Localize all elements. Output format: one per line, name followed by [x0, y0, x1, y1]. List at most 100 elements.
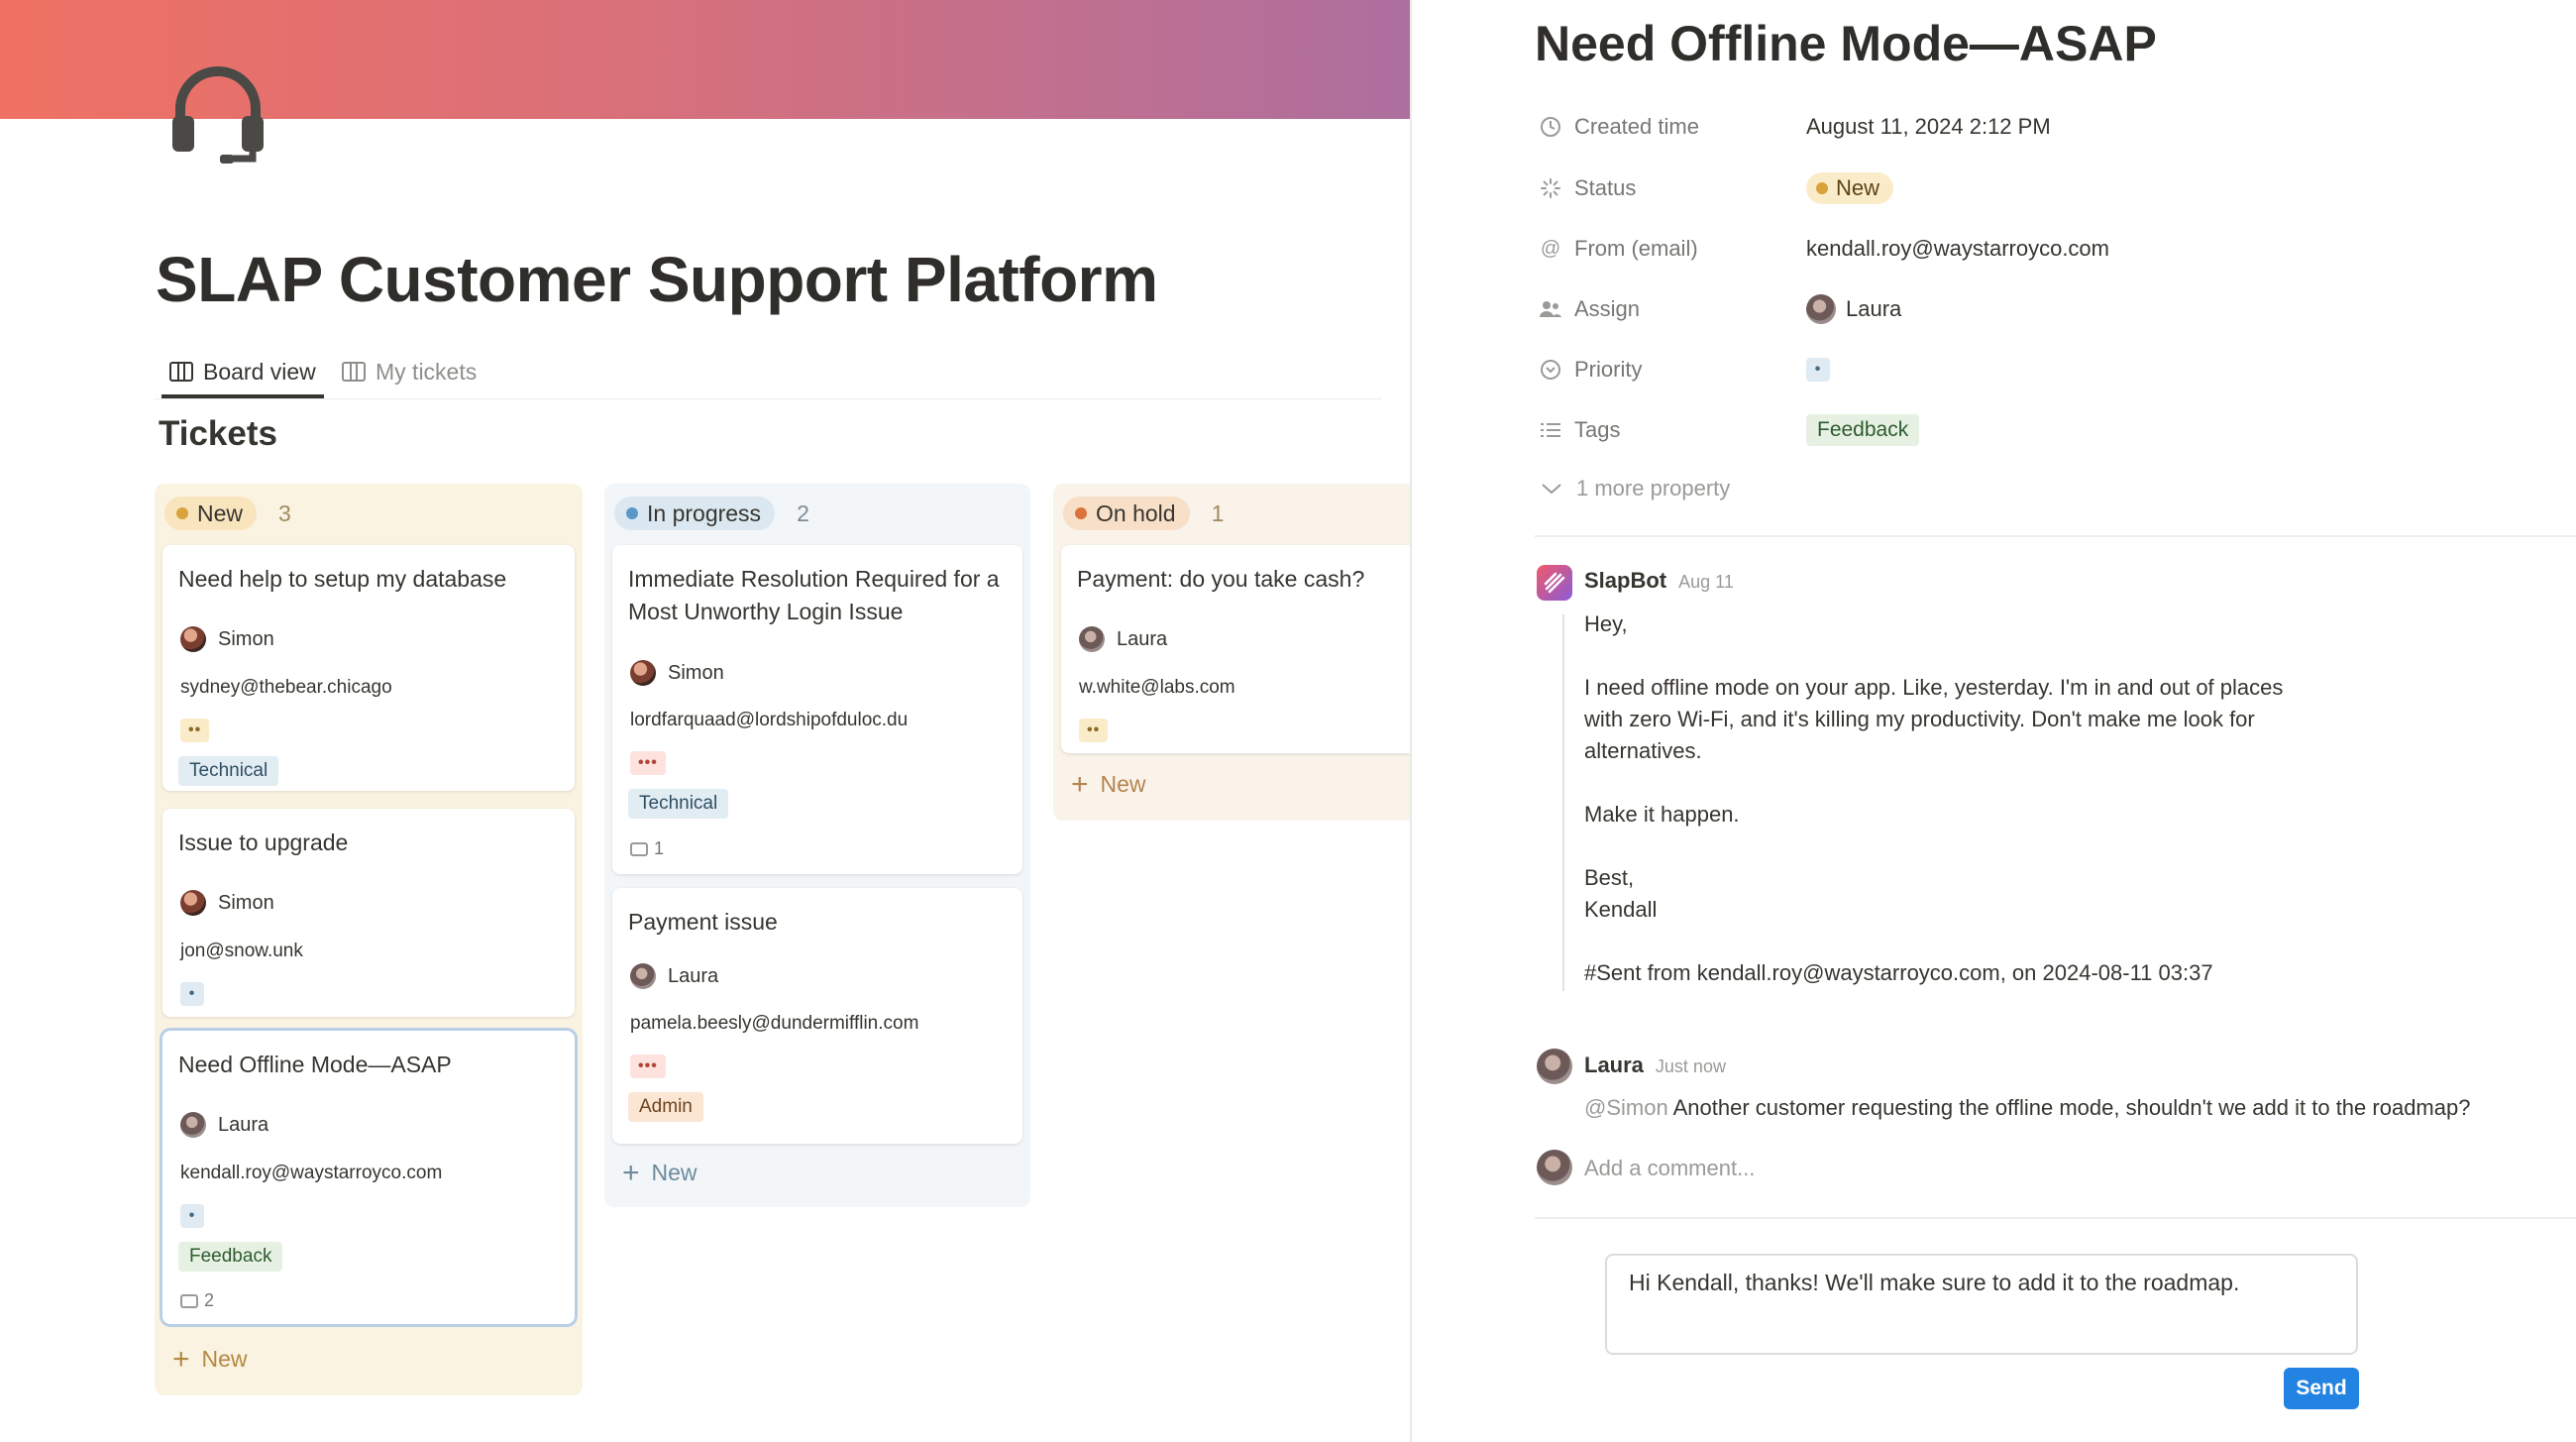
view-tabs: Board view My tickets: [154, 347, 1382, 399]
comment-count: 2: [180, 1290, 214, 1311]
property-name: Status: [1574, 175, 1637, 200]
priority-value[interactable]: •: [1806, 358, 1830, 382]
property-label[interactable]: Priority: [1539, 357, 1806, 383]
ticket-detail-pane: Need Offline Mode—ASAP Created time Augu…: [1412, 0, 2576, 1442]
property-created-time: Created time August 11, 2024 2:12 PM: [1539, 107, 2529, 147]
property-status: Status New: [1539, 168, 2529, 208]
tab-label: My tickets: [376, 358, 478, 385]
chevron-down-icon: [1542, 484, 1561, 495]
add-new-button[interactable]: + New: [1071, 769, 1146, 799]
card-email: lordfarquaad@lordshipofduloc.du: [630, 710, 909, 730]
message-author[interactable]: Laura: [1584, 1053, 1644, 1078]
tab-my-tickets[interactable]: My tickets: [334, 347, 484, 396]
at-icon: @: [1540, 237, 1561, 260]
message-line: with zero Wi-Fi, and it's killing my pro…: [1584, 707, 2255, 731]
tab-board-view[interactable]: Board view: [161, 347, 324, 398]
priority-badge: •••: [630, 751, 666, 775]
list-icon: [1539, 418, 1562, 442]
status-pill[interactable]: New: [164, 497, 258, 530]
add-new-button[interactable]: + New: [172, 1342, 248, 1376]
assignee-name: Laura: [1846, 296, 1902, 321]
card-title: Need help to setup my database: [178, 566, 507, 592]
laura-avatar: [1537, 1049, 1572, 1084]
message-line: [1584, 926, 2283, 957]
card-title: Issue to upgrade: [178, 830, 349, 855]
from-email-value[interactable]: kendall.roy@waystarroyco.com: [1806, 236, 2109, 262]
assignee-name: Laura: [218, 1113, 269, 1136]
property-name: Tags: [1574, 417, 1621, 442]
status-value[interactable]: New: [1806, 172, 1894, 204]
ticket-title[interactable]: Need Offline Mode—ASAP: [1535, 15, 2157, 72]
message-line: [1584, 767, 2283, 799]
status-pill[interactable]: In progress: [614, 497, 776, 530]
add-new-button[interactable]: + New: [622, 1158, 698, 1187]
comment-number: 1: [654, 838, 665, 858]
slapbot-logo-icon: [1544, 572, 1565, 594]
board-icon: [342, 362, 366, 382]
avatar: [180, 626, 206, 652]
card-title: Payment issue: [628, 909, 778, 935]
property-label[interactable]: Assign: [1539, 296, 1806, 322]
property-label[interactable]: Tags: [1539, 417, 1806, 443]
card-assignee: Laura: [180, 1112, 268, 1138]
assign-value[interactable]: Laura: [1806, 294, 1901, 324]
status-label: In progress: [647, 499, 762, 526]
assignee-name: Simon: [218, 891, 274, 914]
message-header: Laura Just now: [1584, 1053, 1726, 1078]
priority-badge: •: [180, 982, 204, 1006]
message-author[interactable]: SlapBot: [1584, 568, 1666, 594]
priority-icon: [1539, 358, 1562, 382]
page-title: SLAP Customer Support Platform: [156, 244, 1158, 315]
assignee-name: Simon: [218, 627, 274, 650]
column-header: In progress 2: [614, 494, 809, 533]
property-name: From (email): [1574, 236, 1698, 261]
mention-link[interactable]: @Simon: [1584, 1095, 1668, 1120]
board-icon: [169, 362, 193, 382]
card-email: jon@snow.unk: [180, 941, 303, 961]
message-time: Just now: [1655, 1056, 1726, 1076]
message-line: Make it happen.: [1584, 802, 1740, 827]
priority-badge: •: [1806, 358, 1830, 382]
ticket-card[interactable]: Payment: do you take cash? Laura w.white…: [1061, 545, 1410, 753]
comment-text: Another customer requesting the offline …: [1672, 1095, 2471, 1120]
status-pill[interactable]: On hold: [1063, 497, 1190, 530]
send-button[interactable]: Send: [2284, 1368, 2359, 1409]
property-name: Created time: [1574, 114, 1699, 139]
message-line: Hey,: [1584, 611, 1628, 636]
add-new-label: New: [201, 1346, 248, 1372]
card-assignee: Laura: [630, 963, 718, 989]
card-assignee: Laura: [1079, 626, 1167, 652]
property-tags: Tags Feedback: [1539, 410, 2529, 450]
message-line: I need offline mode on your app. Like, y…: [1584, 675, 2284, 700]
slapbot-avatar: [1537, 565, 1572, 601]
column-new: New 3 Need help to setup my database Sim…: [155, 484, 583, 1395]
properties-divider: [1535, 535, 2576, 537]
ticket-card[interactable]: Issue to upgrade Simon jon@snow.unk •: [162, 809, 575, 1017]
ticket-card[interactable]: Need help to setup my database Simon syd…: [162, 545, 575, 791]
plus-icon: +: [172, 1342, 190, 1376]
status-dot: [1075, 507, 1087, 519]
message-line: [1584, 640, 2283, 672]
created-time-value: August 11, 2024 2:12 PM: [1806, 114, 2051, 139]
board-pane: SLAP Customer Support Platform Board vie…: [0, 0, 1410, 1442]
card-title: Immediate Resolution Required for a Most…: [628, 566, 1000, 624]
comment-icon: [630, 841, 648, 856]
add-comment-input[interactable]: Add a comment...: [1584, 1156, 1755, 1181]
message-line: #Sent from kendall.roy@waystarroyco.com,…: [1584, 960, 2213, 985]
ticket-card[interactable]: Immediate Resolution Required for a Most…: [612, 545, 1022, 874]
ticket-card[interactable]: Payment issue Laura pamela.beesly@dunder…: [612, 888, 1022, 1144]
message-line: Best,: [1584, 865, 1635, 890]
status-dot: [176, 507, 188, 519]
ticket-card-selected[interactable]: Need Offline Mode—ASAP Laura kendall.roy…: [162, 1031, 575, 1324]
message-line: alternatives.: [1584, 738, 1702, 763]
property-label[interactable]: Status: [1539, 175, 1806, 201]
tags-value[interactable]: Feedback: [1806, 414, 1920, 446]
avatar: [630, 660, 656, 686]
tag-badge: Technical: [628, 789, 729, 819]
more-properties-label: 1 more property: [1576, 476, 1731, 500]
more-properties-toggle[interactable]: 1 more property: [1541, 476, 1730, 501]
reply-textarea[interactable]: Hi Kendall, thanks! We'll make sure to a…: [1605, 1254, 2358, 1355]
card-title: Need Offline Mode—ASAP: [178, 1052, 452, 1077]
property-label[interactable]: Created time: [1539, 114, 1806, 140]
property-label[interactable]: @ From (email): [1539, 236, 1806, 262]
